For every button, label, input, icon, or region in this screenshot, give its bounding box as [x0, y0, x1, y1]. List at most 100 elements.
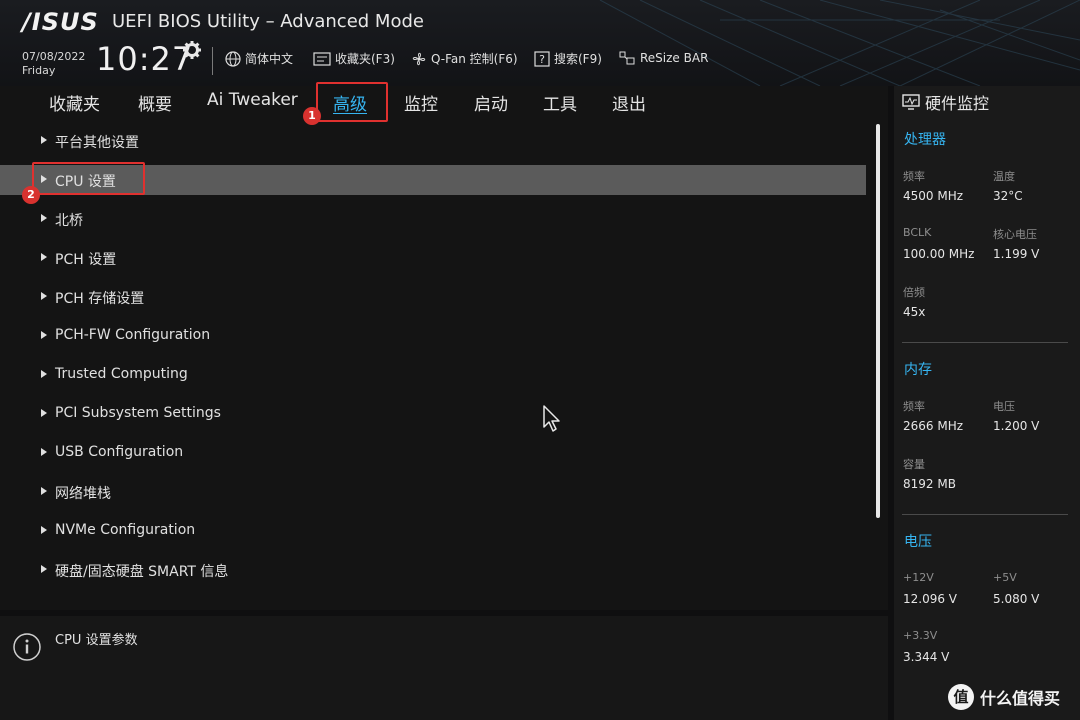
resizebar-icon — [619, 51, 635, 65]
vcore-value: 1.199 V — [993, 247, 1040, 261]
main-tabs: 收藏夹 概要 Ai Tweaker 高级 监控 启动 工具 退出 — [0, 86, 888, 118]
mem-cap-value: 8192 MB — [903, 477, 956, 491]
resizebar-button[interactable]: ReSize BAR — [618, 50, 708, 66]
date-text: 07/08/2022 — [22, 50, 86, 63]
chevron-right-icon — [41, 214, 47, 222]
chevron-right-icon — [41, 487, 47, 495]
hardware-monitor-panel: 硬件监控 处理器 频率 温度 4500 MHz 32°C BCLK 核心电压 1… — [894, 86, 1080, 720]
chevron-right-icon — [41, 526, 47, 534]
language-button[interactable]: 简体中文 — [225, 50, 293, 67]
mem-cap-label: 容量 — [903, 458, 925, 471]
resizebar-label: ReSize BAR — [640, 51, 709, 65]
ratio-label: 倍频 — [903, 286, 925, 299]
menu-item-label: 硬盘/固态硬盘 SMART 信息 — [55, 564, 229, 580]
v12-label: +12V — [903, 571, 934, 584]
chevron-right-icon — [41, 448, 47, 456]
watermark-logo: 值 — [948, 684, 974, 710]
help-search-icon: ? — [534, 50, 550, 67]
menu-item-label: PCI Subsystem Settings — [55, 405, 221, 421]
menu-item-label: PCH-FW Configuration — [55, 327, 211, 343]
site-watermark: 值 什么值得买 — [948, 684, 1060, 710]
qfan-label: Q-Fan 控制(F6) — [431, 52, 518, 66]
hw-section-memory: 内存 — [904, 362, 932, 378]
menu-item-nvme-config[interactable]: NVMe Configuration — [0, 516, 866, 546]
language-label: 简体中文 — [245, 52, 294, 66]
menu-item-network-stack[interactable]: 网络堆栈 — [0, 477, 866, 507]
header-bar: /ISUS UEFI BIOS Utility – Advanced Mode … — [0, 0, 1080, 86]
menu-item-label: 平台其他设置 — [55, 135, 139, 151]
app-title: UEFI BIOS Utility – Advanced Mode — [112, 11, 424, 32]
menu-item-pci-subsystem[interactable]: PCI Subsystem Settings — [0, 399, 866, 429]
menu-item-label: Trusted Computing — [55, 366, 188, 382]
tab-ai-tweaker[interactable]: Ai Tweaker — [207, 90, 298, 110]
chevron-right-icon — [41, 292, 47, 300]
qfan-button[interactable]: Q-Fan 控制(F6) — [411, 50, 518, 67]
v12-value: 12.096 V — [903, 592, 958, 606]
annotation-badge-1: 1 — [303, 107, 321, 125]
menu-item-pch-storage[interactable]: PCH 存储设置 — [0, 282, 866, 312]
v5-label: +5V — [993, 571, 1017, 584]
chevron-right-icon — [41, 409, 47, 417]
menu-item-label: PCH 存储设置 — [55, 291, 145, 307]
fan-icon — [412, 52, 426, 65]
chevron-right-icon — [41, 370, 47, 378]
help-panel: CPU 设置参数 — [0, 616, 888, 720]
annotation-box-item — [32, 162, 145, 195]
chevron-right-icon — [41, 331, 47, 339]
menu-item-platform-misc[interactable]: 平台其他设置 — [0, 126, 866, 156]
info-icon — [13, 633, 41, 661]
hardware-monitor-title: 硬件监控 — [902, 90, 989, 114]
tab-boot[interactable]: 启动 — [474, 90, 508, 115]
tab-tool[interactable]: 工具 — [543, 90, 577, 115]
search-label: 搜索(F9) — [554, 52, 602, 66]
menu-item-pch-config[interactable]: PCH 设置 — [0, 243, 866, 273]
help-description: CPU 设置参数 — [55, 633, 138, 648]
chevron-right-icon — [41, 136, 47, 144]
date-display: 07/08/2022 Friday — [22, 50, 85, 78]
chevron-right-icon — [41, 565, 47, 573]
v33-label: +3.3V — [903, 629, 938, 642]
annotation-badge-2: 2 — [22, 186, 40, 204]
hw-section-voltage: 电压 — [904, 534, 932, 550]
day-text: Friday — [22, 64, 56, 77]
search-button[interactable]: ? 搜索(F9) — [534, 50, 602, 67]
mem-volt-label: 电压 — [993, 400, 1015, 413]
globe-icon — [225, 50, 241, 67]
menu-item-northbridge[interactable]: 北桥 — [0, 204, 866, 234]
watermark-text: 什么值得买 — [980, 689, 1061, 708]
favorites-button[interactable]: 收藏夹(F3) — [313, 50, 395, 67]
v33-value: 3.344 V — [903, 650, 950, 664]
hw-divider — [902, 342, 1068, 343]
clock-time[interactable]: 10:27 — [96, 40, 193, 78]
menu-item-label: USB Configuration — [55, 444, 184, 460]
favorites-label: 收藏夹(F3) — [335, 52, 395, 66]
menu-scrollbar[interactable] — [876, 124, 880, 518]
v5-value: 5.080 V — [993, 592, 1040, 606]
mem-volt-value: 1.200 V — [993, 419, 1040, 433]
chevron-right-icon — [41, 253, 47, 261]
mem-freq-label: 频率 — [903, 400, 925, 413]
tab-monitor[interactable]: 监控 — [404, 90, 438, 115]
menu-item-label: NVMe Configuration — [55, 522, 196, 538]
menu-item-trusted-computing[interactable]: Trusted Computing — [0, 360, 866, 390]
svg-text:?: ? — [539, 53, 545, 66]
hw-divider — [902, 514, 1068, 515]
menu-item-label: 北桥 — [55, 213, 83, 229]
tab-exit[interactable]: 退出 — [612, 90, 646, 115]
gear-icon[interactable] — [182, 40, 202, 60]
bclk-label: BCLK — [903, 226, 932, 239]
favorites-icon — [313, 51, 331, 66]
mem-freq-value: 2666 MHz — [903, 419, 964, 433]
menu-item-pch-fw[interactable]: PCH-FW Configuration — [0, 321, 866, 351]
menu-item-label: 网络堆栈 — [55, 486, 111, 502]
ratio-value: 45x — [903, 305, 926, 319]
cpu-temp-value: 32°C — [993, 189, 1023, 203]
tab-overview[interactable]: 概要 — [138, 90, 172, 115]
main-panel: 收藏夹 概要 Ai Tweaker 高级 监控 启动 工具 退出 1 平台其他设… — [0, 82, 888, 610]
menu-item-usb-config[interactable]: USB Configuration — [0, 438, 866, 468]
cpu-freq-value: 4500 MHz — [903, 189, 964, 203]
hw-title-label: 硬件监控 — [925, 94, 990, 113]
tab-favorites[interactable]: 收藏夹 — [49, 90, 100, 115]
mouse-cursor-icon — [543, 405, 560, 432]
menu-item-smart-info[interactable]: 硬盘/固态硬盘 SMART 信息 — [0, 555, 866, 585]
